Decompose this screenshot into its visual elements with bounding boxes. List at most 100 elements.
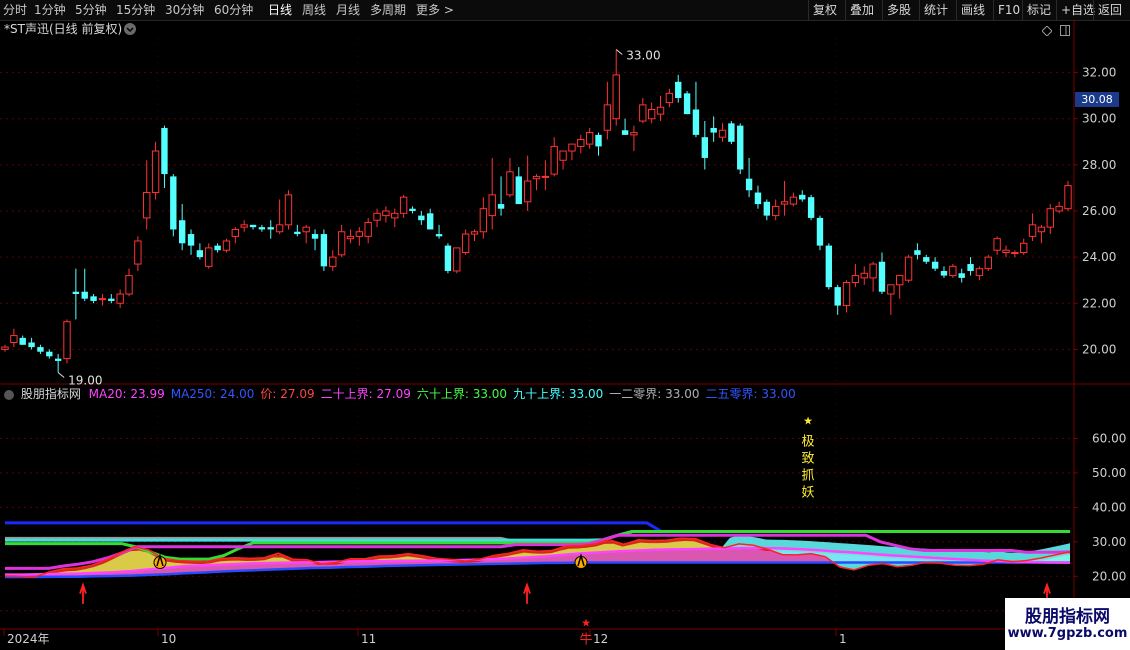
candle-body-up xyxy=(1055,205,1063,212)
candle-body-up xyxy=(143,192,151,219)
legend-item: 六十上界: 33.00 xyxy=(416,387,508,401)
candle-body-down xyxy=(161,127,168,175)
x-axis-label: 1 xyxy=(839,632,847,646)
candle-body-down xyxy=(807,197,815,218)
candle-body-up xyxy=(656,106,665,115)
price-tick-label: 22.00 xyxy=(1082,296,1116,310)
price-tick-label: 32.00 xyxy=(1082,66,1116,80)
price-tick-label: 20.00 xyxy=(1082,342,1116,356)
candle-body-down xyxy=(763,201,771,216)
candle-body-down xyxy=(311,234,319,239)
legend-item: MA20: 23.99 xyxy=(88,387,165,401)
price-tick-label: 24.00 xyxy=(1082,250,1116,264)
candle-body-up xyxy=(240,224,248,228)
indicator-tick-label: 20.00 xyxy=(1092,569,1126,583)
legend-item: 二五零界: 33.00 xyxy=(705,387,796,401)
candle-body-down xyxy=(745,178,753,191)
candle-body-up xyxy=(355,231,364,237)
legend-item: 二十上界: 27.09 xyxy=(320,387,411,401)
high-marker xyxy=(615,49,623,55)
candle-body-up xyxy=(134,240,142,265)
candle-body-down xyxy=(958,273,965,278)
price-tick-label: 30.00 xyxy=(1082,112,1116,126)
candle-body-up xyxy=(585,132,594,145)
candle-body-up xyxy=(231,228,240,237)
candle-body-up xyxy=(399,196,408,214)
candle-body-up xyxy=(896,275,904,286)
candle-body-up xyxy=(789,196,798,205)
candle-body-up xyxy=(1011,252,1019,255)
candle-body-up xyxy=(302,226,310,233)
candle-body-down xyxy=(249,224,257,228)
candle-body-up xyxy=(532,175,541,180)
signal-top-char: 致 xyxy=(801,451,814,466)
signal-circle-icon xyxy=(574,556,588,570)
candle-body-up xyxy=(568,143,576,152)
candle-body-down xyxy=(258,227,266,230)
candle-body-down xyxy=(81,291,88,299)
candle-body-up xyxy=(222,240,231,251)
candle-body-up xyxy=(550,145,558,175)
candle-body-down xyxy=(54,358,62,361)
candle-body-down xyxy=(187,234,195,246)
candle-body-down xyxy=(595,134,602,147)
watermark-url: www.7gpzb.com xyxy=(1007,626,1128,641)
candle-body-up xyxy=(559,150,567,161)
candle-body-down xyxy=(878,261,886,292)
candle-body-up xyxy=(337,231,346,256)
candle-body-up xyxy=(284,194,293,226)
candle-body-up xyxy=(1,346,9,350)
candle-body-up xyxy=(887,284,895,295)
candle-body-up xyxy=(975,268,984,277)
chart-canvas: 32.00 30.00 28.00 26.00 24.00 22.00 20.00 60.00… xyxy=(0,20,1130,650)
indicator-legend: 股朋指标网 MA20: 23.99 MA250: 24.00 价: 27.09 二十上… xyxy=(4,386,802,402)
price-tick-label: 26.00 xyxy=(1082,204,1116,218)
candle-body-down xyxy=(267,227,274,230)
candle-body-up xyxy=(949,265,957,277)
current-price-tag: 30.08 xyxy=(1075,92,1119,107)
x-axis-label: 12 xyxy=(593,632,608,646)
candle-body-down xyxy=(675,81,682,98)
candle-body-up xyxy=(630,132,638,136)
candle-body-up xyxy=(577,138,585,147)
candle-body-up xyxy=(1037,226,1046,233)
signal-circle-icon xyxy=(153,556,167,570)
candle-body-down xyxy=(710,127,717,133)
legend-item: 一二零界: 33.00 xyxy=(609,387,700,401)
buy-arrow-icon xyxy=(79,582,87,604)
high-price-label: 33.00 xyxy=(626,49,660,63)
candle-body-down xyxy=(799,194,806,200)
candle-body-up xyxy=(116,293,124,304)
candle-body-down xyxy=(754,192,762,205)
legend-item: 价: 27.09 xyxy=(260,387,315,401)
candle-body-up xyxy=(1046,208,1054,228)
candle-body-up xyxy=(541,175,550,178)
candle-body-down xyxy=(834,287,841,306)
candle-body-down xyxy=(914,250,921,255)
candle-body-up xyxy=(151,150,160,194)
indicator-name[interactable]: 股朋指标网 xyxy=(21,387,81,401)
candle-body-up xyxy=(63,321,71,360)
candle-body-down xyxy=(170,176,177,230)
indicator-menu-icon[interactable] xyxy=(4,389,14,400)
candle-body-down xyxy=(701,137,708,158)
signal-top-char: 妖 xyxy=(801,485,814,500)
candle-body-up xyxy=(647,109,656,120)
candle-body-up xyxy=(904,256,913,281)
candle-body-down xyxy=(214,245,221,251)
candle-body-down xyxy=(108,298,115,301)
candle-body-down xyxy=(940,270,948,276)
candle-body-down xyxy=(37,347,44,352)
candle-body-down xyxy=(72,291,80,295)
candle-body-up xyxy=(993,238,1001,251)
candle-body-up xyxy=(1002,249,1010,254)
signal-top-char: 抓 xyxy=(801,468,814,483)
candle-body-up xyxy=(10,335,18,343)
candle-body-up xyxy=(869,263,877,279)
watermark-title: 股朋指标网 xyxy=(1025,607,1110,627)
candle-body-down xyxy=(816,217,824,246)
candle-body-down xyxy=(28,342,35,348)
candle-body-up xyxy=(984,256,992,270)
candle-body-down xyxy=(409,208,416,211)
x-axis-label: 10 xyxy=(161,632,176,646)
